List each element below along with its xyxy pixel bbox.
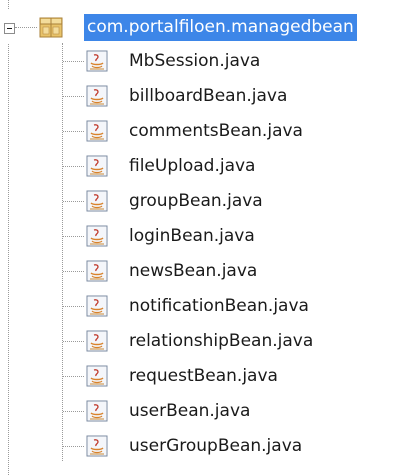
tree-file-item[interactable]: loginBean.java [0, 219, 393, 253]
tree-connector-outer [8, 0, 9, 9]
java-class-file-icon [86, 50, 108, 72]
java-class-file-icon [86, 400, 108, 422]
java-class-file-icon [86, 85, 108, 107]
file-label: loginBean.java [129, 226, 255, 246]
file-label: fileUpload.java [129, 156, 256, 176]
tree-connector [63, 166, 84, 167]
java-class-file-icon [86, 365, 108, 387]
package-node[interactable]: com.portalfiloen.managedbean [0, 14, 393, 44]
tree-file-item[interactable]: requestBean.java [0, 359, 393, 393]
tree-connector [63, 446, 84, 447]
tree-connector [63, 131, 84, 132]
package-label[interactable]: com.portalfiloen.managedbean [84, 14, 357, 41]
java-class-file-icon [86, 155, 108, 177]
file-label: notificationBean.java [129, 296, 309, 316]
file-label: relationshipBean.java [129, 331, 314, 351]
file-label: commentsBean.java [129, 121, 303, 141]
file-label: groupBean.java [129, 191, 263, 211]
project-tree: com.portalfiloen.managedbean MbSession.j… [0, 0, 393, 475]
java-package-icon [39, 17, 63, 38]
file-label: userBean.java [129, 401, 251, 421]
tree-file-item[interactable]: relationshipBean.java [0, 324, 393, 358]
java-class-file-icon [86, 260, 108, 282]
tree-connector [63, 271, 84, 272]
tree-file-item[interactable]: newsBean.java [0, 254, 393, 288]
java-class-file-icon [86, 435, 108, 457]
tree-connector [63, 61, 84, 62]
tree-file-item[interactable]: notificationBean.java [0, 289, 393, 323]
file-label: requestBean.java [129, 366, 278, 386]
file-label: billboardBean.java [129, 86, 288, 106]
java-class-file-icon [86, 120, 108, 142]
java-class-file-icon [86, 295, 108, 317]
java-class-file-icon [86, 225, 108, 247]
tree-connector [63, 341, 84, 342]
tree-connector [63, 411, 84, 412]
tree-file-item[interactable]: MbSession.java [0, 44, 393, 78]
tree-connector [63, 201, 84, 202]
tree-file-item[interactable]: fileUpload.java [0, 149, 393, 183]
java-class-file-icon [86, 330, 108, 352]
file-label: MbSession.java [129, 51, 261, 71]
file-label: userGroupBean.java [129, 436, 303, 456]
tree-connector [63, 306, 84, 307]
tree-file-item[interactable]: userGroupBean.java [0, 429, 393, 463]
tree-connector [63, 96, 84, 97]
tree-file-item[interactable]: groupBean.java [0, 184, 393, 218]
collapse-toggle-icon[interactable] [4, 23, 15, 34]
tree-file-item[interactable]: commentsBean.java [0, 114, 393, 148]
tree-connector [63, 236, 84, 237]
java-class-file-icon [86, 190, 108, 212]
file-label: newsBean.java [129, 261, 258, 281]
tree-file-item[interactable]: userBean.java [0, 394, 393, 428]
tree-file-item[interactable]: billboardBean.java [0, 79, 393, 113]
tree-connector [15, 27, 37, 28]
tree-connector [63, 376, 84, 377]
